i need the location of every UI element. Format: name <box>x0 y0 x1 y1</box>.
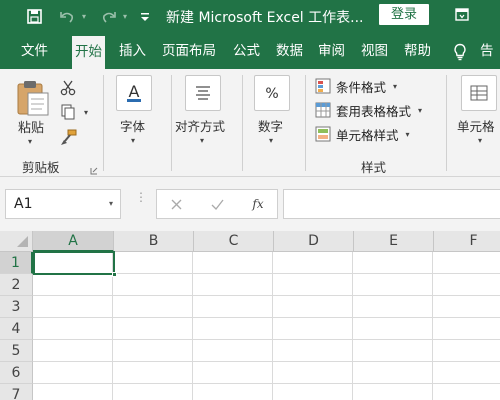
alignment-group-label[interactable]: 对齐方式 <box>175 116 225 135</box>
tab-data[interactable]: 数据 <box>276 33 303 69</box>
tab-formulas[interactable]: 公式 <box>233 33 260 69</box>
cells-group-label[interactable]: 单元格 <box>457 116 495 135</box>
styles-group-label: 样式 <box>361 160 387 175</box>
cells-icon <box>470 85 488 101</box>
copy-icon[interactable] <box>60 104 76 123</box>
tab-view[interactable]: 视图 <box>361 33 388 69</box>
row-header-2[interactable]: 2 <box>0 274 33 296</box>
row-header-6[interactable]: 6 <box>0 362 33 384</box>
cell-styles-icon <box>315 126 331 142</box>
cells-group-button[interactable] <box>461 75 497 111</box>
name-box[interactable]: A1 ▾ <box>5 189 121 219</box>
fill-handle[interactable] <box>112 272 117 277</box>
svg-text:%: % <box>265 86 278 102</box>
chevron-down-icon: ▾ <box>405 129 410 139</box>
worksheet-grid[interactable]: A B C D E F 1 2 3 4 5 6 7 <box>0 231 500 400</box>
undo-icon[interactable] <box>56 0 78 33</box>
cell-styles-button[interactable]: 单元格样式 ▾ <box>315 123 410 145</box>
chevron-down-icon: ▾ <box>418 105 423 115</box>
undo-dropdown-icon[interactable]: ▾ <box>78 0 90 33</box>
ribbon-separator <box>305 75 306 171</box>
row-header-4[interactable]: 4 <box>0 318 33 340</box>
alignment-dropdown-icon[interactable]: ▾ <box>200 136 204 145</box>
column-header-e[interactable]: E <box>354 231 434 252</box>
row-header-7[interactable]: 7 <box>0 384 33 400</box>
tab-home[interactable]: 开始 <box>72 36 105 69</box>
ribbon-tabs: 文件 开始 插入 页面布局 公式 数据 审阅 视图 帮助 告 <box>0 33 500 69</box>
number-group-label[interactable]: 数字 <box>258 116 283 135</box>
cut-icon[interactable] <box>60 80 76 99</box>
insert-function-icon[interactable]: fx <box>243 190 273 218</box>
tab-file[interactable]: 文件 <box>21 33 48 69</box>
paste-dropdown-icon[interactable]: ▾ <box>28 137 32 146</box>
alignment-group-button[interactable] <box>185 75 221 111</box>
column-header-d[interactable]: D <box>274 231 354 252</box>
column-header-b[interactable]: B <box>114 231 194 252</box>
paste-icon[interactable] <box>16 79 50 120</box>
chevron-down-icon: ▾ <box>393 81 398 91</box>
redo-icon[interactable] <box>98 0 120 33</box>
ribbon-separator <box>171 75 172 171</box>
tab-review[interactable]: 审阅 <box>318 33 345 69</box>
conditional-formatting-label: 条件格式 <box>336 79 387 95</box>
conditional-formatting-button[interactable]: 条件格式 ▾ <box>315 75 397 97</box>
name-box-value: A1 <box>14 196 33 212</box>
ribbon-separator <box>103 75 104 171</box>
tab-tell-me[interactable]: 告 <box>480 33 494 69</box>
number-group-button[interactable]: % <box>254 75 290 111</box>
font-icon: A <box>127 82 141 102</box>
number-dropdown-icon[interactable]: ▾ <box>269 136 273 145</box>
format-as-table-button[interactable]: 套用表格格式 ▾ <box>315 99 422 121</box>
formula-bar: A1 ▾ ⋮ fx <box>0 177 500 231</box>
tab-page-layout[interactable]: 页面布局 <box>162 33 216 69</box>
align-center-icon <box>196 86 210 100</box>
clipboard-group-label: 剪贴板 <box>22 160 60 175</box>
enter-icon[interactable] <box>202 190 232 218</box>
ribbon-display-options-icon[interactable] <box>455 8 469 24</box>
ribbon-home: 粘贴 ▾ ▾ 剪贴板 A 字体 ▾ 对齐方式 ▾ % 数字 ▾ 条件格式 ▾ 套用… <box>0 69 500 177</box>
formula-controls: fx <box>156 189 278 219</box>
format-as-table-icon <box>315 102 331 118</box>
save-icon[interactable] <box>22 0 46 33</box>
lightbulb-icon[interactable] <box>453 43 467 64</box>
font-group-button[interactable]: A <box>116 75 152 111</box>
ribbon-separator <box>242 75 243 171</box>
cancel-icon[interactable] <box>161 190 191 218</box>
title-bar: ▾ ▾ 新建 Microsoft Excel 工作表... 登录 <box>0 0 500 33</box>
formula-input[interactable] <box>283 189 500 219</box>
font-group-label[interactable]: 字体 <box>120 116 145 135</box>
formula-bar-splitter[interactable]: ⋮ <box>135 191 147 203</box>
svg-text:fx: fx <box>251 197 263 211</box>
svg-text:A: A <box>129 82 140 101</box>
customize-quick-access-icon[interactable] <box>138 0 152 33</box>
format-painter-icon[interactable] <box>60 129 77 149</box>
column-header-a[interactable]: A <box>33 231 114 252</box>
row-header-3[interactable]: 3 <box>0 296 33 318</box>
row-header-1[interactable]: 1 <box>0 252 33 274</box>
tab-help[interactable]: 帮助 <box>404 33 431 69</box>
active-cell-a1[interactable] <box>33 251 115 275</box>
redo-dropdown-icon[interactable]: ▾ <box>119 0 131 33</box>
copy-dropdown-icon[interactable]: ▾ <box>84 108 88 117</box>
chevron-down-icon[interactable]: ▾ <box>109 199 113 208</box>
cell-styles-label: 单元格样式 <box>336 127 399 143</box>
clipboard-launcher-icon[interactable] <box>90 164 98 178</box>
font-dropdown-icon[interactable]: ▾ <box>131 136 135 145</box>
select-all-button[interactable] <box>0 231 33 252</box>
cells-dropdown-icon[interactable]: ▾ <box>478 136 482 145</box>
format-as-table-label: 套用表格格式 <box>336 103 412 119</box>
column-header-f[interactable]: F <box>434 231 500 252</box>
tab-insert[interactable]: 插入 <box>119 33 146 69</box>
column-header-c[interactable]: C <box>194 231 274 252</box>
percent-icon: % <box>265 86 278 102</box>
paste-button-label[interactable]: 粘贴 <box>18 117 44 136</box>
document-title: 新建 Microsoft Excel 工作表... <box>166 10 364 26</box>
ribbon-separator <box>446 75 447 171</box>
row-header-5[interactable]: 5 <box>0 340 33 362</box>
login-button[interactable]: 登录 <box>379 4 429 25</box>
conditional-formatting-icon <box>315 78 331 94</box>
